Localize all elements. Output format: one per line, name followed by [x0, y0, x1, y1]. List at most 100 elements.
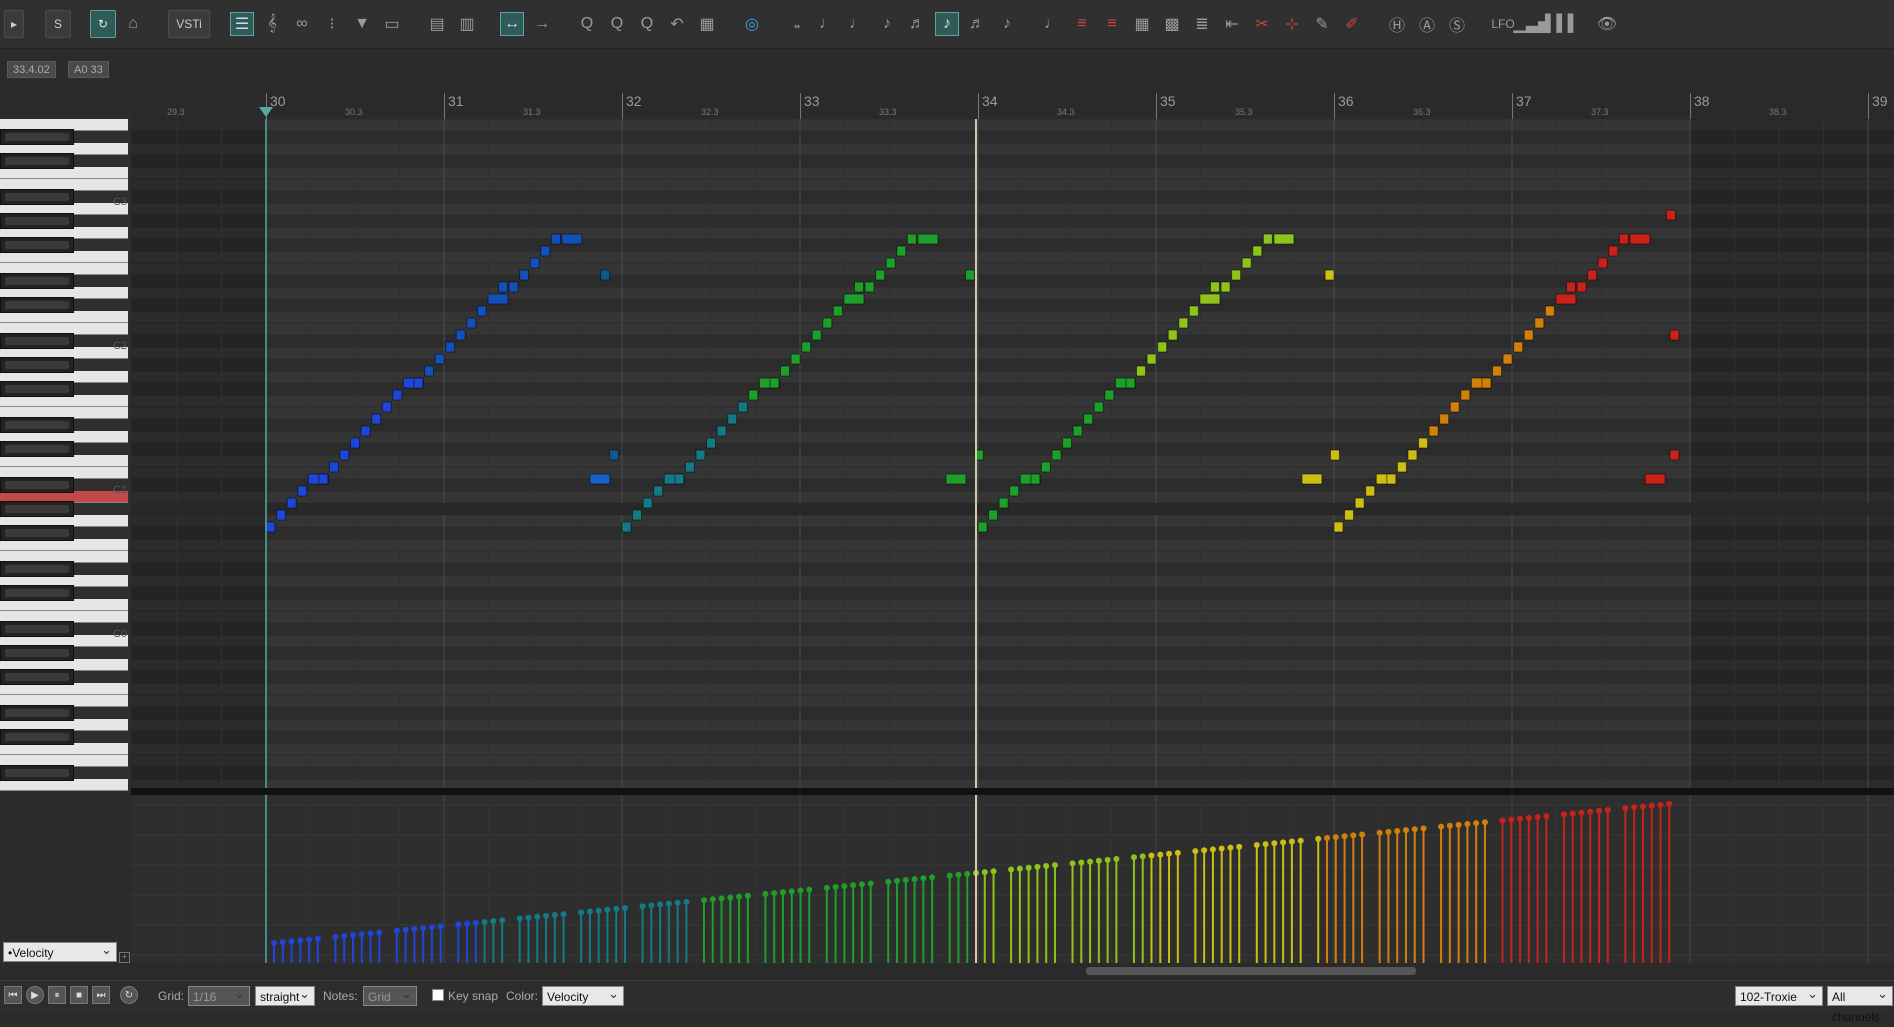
midi-note[interactable]	[1167, 329, 1178, 341]
notes-select[interactable]: Grid	[363, 984, 417, 1006]
velocity-handle[interactable]	[1455, 821, 1462, 828]
midi-note[interactable]	[508, 281, 519, 293]
velocity-handle[interactable]	[271, 940, 277, 946]
velocity-handle[interactable]	[1315, 835, 1322, 842]
velocity-handle[interactable]	[1543, 813, 1550, 820]
midi-note[interactable]	[1178, 317, 1189, 329]
velocity-handle[interactable]	[1376, 829, 1383, 836]
velocity-handle[interactable]	[797, 887, 804, 894]
midi-note[interactable]	[843, 293, 865, 305]
velocity-handle[interactable]	[648, 902, 655, 909]
velocity-handle[interactable]	[867, 880, 874, 887]
velocity-handle[interactable]	[1569, 810, 1576, 817]
split-icon[interactable]: ⊹	[1280, 12, 1304, 36]
midi-note[interactable]	[1354, 497, 1365, 509]
lane-add-button[interactable]: +	[119, 952, 130, 963]
midi-note[interactable]	[1669, 449, 1680, 461]
velocity-handle[interactable]	[902, 877, 909, 883]
midi-note[interactable]	[832, 305, 843, 317]
midi-note[interactable]	[1093, 401, 1104, 413]
velocity-handle[interactable]	[411, 926, 418, 932]
velocity-handle[interactable]	[1525, 814, 1532, 821]
velocity-handle[interactable]	[1271, 840, 1278, 847]
velocity-handle[interactable]	[464, 920, 471, 927]
instrument-select[interactable]: 102-Troxie	[1735, 984, 1823, 1006]
midi-note[interactable]	[1576, 281, 1587, 293]
pencil-icon[interactable]: ✎	[1310, 12, 1334, 36]
velocity-handle[interactable]	[306, 936, 313, 943]
midi-note[interactable]	[822, 317, 833, 329]
link-icon[interactable]: ∞	[290, 12, 314, 36]
velocity-handle[interactable]	[1148, 852, 1155, 859]
midi-note[interactable]	[1439, 413, 1450, 425]
note-tie-icon[interactable]: ♩	[1040, 12, 1064, 36]
velocity-handle[interactable]	[1639, 803, 1646, 810]
note-quarter-icon[interactable]: ♩	[845, 12, 869, 36]
velocity-handle[interactable]	[858, 881, 865, 888]
color-select[interactable]: Velocity	[542, 984, 624, 1006]
midi-note[interactable]	[1125, 377, 1136, 389]
velocity-handle[interactable]	[1130, 854, 1137, 861]
midi-note[interactable]	[875, 269, 886, 281]
velocity-handle[interactable]	[1648, 802, 1655, 809]
velocity-handle[interactable]	[1560, 811, 1567, 818]
velocity-handle[interactable]	[1420, 825, 1427, 832]
velocity-handle[interactable]	[1280, 839, 1287, 846]
piano-black-key[interactable]	[0, 477, 74, 493]
midi-note[interactable]	[977, 521, 988, 533]
piano-black-key[interactable]	[0, 621, 74, 637]
midi-note[interactable]	[1136, 365, 1147, 377]
midi-note[interactable]	[1618, 233, 1629, 245]
midi-note[interactable]	[906, 233, 917, 245]
velocity-handle[interactable]	[1578, 809, 1585, 816]
velocity-handle[interactable]	[1174, 849, 1181, 856]
note-grid-canvas[interactable]	[131, 119, 1894, 791]
lfo-button[interactable]: LFO	[1490, 12, 1516, 36]
midi-note[interactable]	[371, 413, 382, 425]
midi-note[interactable]	[998, 497, 1009, 509]
midi-note[interactable]	[917, 233, 939, 245]
midi-note[interactable]	[1009, 485, 1020, 497]
midi-note[interactable]	[350, 437, 361, 449]
midi-note[interactable]	[1301, 473, 1323, 485]
velocity-handle[interactable]	[709, 896, 716, 903]
midi-note[interactable]	[1324, 269, 1335, 281]
velocity-handle[interactable]	[1209, 846, 1216, 853]
midi-note[interactable]	[1051, 449, 1062, 461]
quantize-start-icon[interactable]: Q	[605, 12, 629, 36]
velocity-handle[interactable]	[455, 921, 462, 928]
midi-note[interactable]	[1396, 461, 1407, 473]
swing-select[interactable]: straight	[255, 984, 315, 1006]
velocity-handle[interactable]	[1631, 804, 1638, 811]
midi-note[interactable]	[445, 341, 456, 353]
midi-note[interactable]	[1492, 365, 1503, 377]
velocity-handle[interactable]	[604, 906, 611, 913]
snap-left-icon[interactable]: ↔	[500, 12, 524, 36]
velocity-handle[interactable]	[297, 937, 304, 944]
midi-note[interactable]	[790, 353, 801, 365]
velocity-handle[interactable]	[1587, 808, 1594, 815]
velocity-handle[interactable]	[1025, 864, 1032, 871]
midi-note[interactable]	[727, 413, 738, 425]
midi-note[interactable]	[1241, 257, 1252, 269]
note-32nd-icon[interactable]: ♪	[935, 12, 959, 36]
midi-note[interactable]	[885, 257, 896, 269]
piano-black-key[interactable]	[0, 525, 74, 541]
midi-note[interactable]	[1597, 257, 1608, 269]
velocity-handle[interactable]	[850, 882, 857, 889]
midi-note[interactable]	[1566, 281, 1577, 293]
midi-note[interactable]	[1231, 269, 1242, 281]
velocity-handle[interactable]	[393, 927, 400, 934]
midi-note[interactable]	[1072, 425, 1083, 437]
velocity-handle[interactable]	[1016, 865, 1023, 872]
note-grid[interactable]	[131, 119, 1894, 791]
velocity-handle[interactable]	[420, 925, 427, 932]
velocity-handle[interactable]	[279, 939, 286, 946]
midi-note[interactable]	[434, 353, 445, 365]
midi-note[interactable]	[1481, 377, 1492, 389]
velocity-handle[interactable]	[964, 870, 971, 877]
velocity-handle[interactable]	[841, 883, 848, 890]
midi-note[interactable]	[737, 401, 748, 413]
velocity-handle[interactable]	[1499, 817, 1506, 824]
filter-icon[interactable]: ▼	[350, 12, 374, 36]
